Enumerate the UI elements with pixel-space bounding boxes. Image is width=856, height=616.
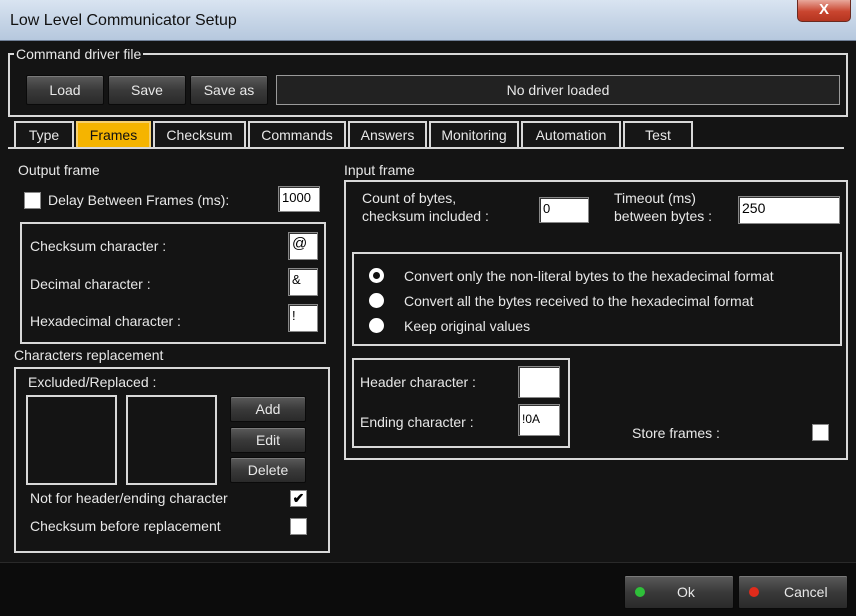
timeout-label-line1: Timeout (ms) [614, 190, 696, 206]
tab-commands[interactable]: Commands [248, 121, 346, 147]
hex-char-input[interactable]: ! [288, 304, 318, 332]
decimal-char-label: Decimal character : [30, 276, 151, 292]
excluded-list[interactable] [26, 395, 117, 485]
count-label-line2: checksum included : [362, 208, 489, 224]
save-button[interactable]: Save [108, 75, 186, 105]
command-driver-group-title: Command driver file [14, 46, 144, 62]
delay-checkbox[interactable] [24, 192, 41, 209]
not-header-checkbox[interactable]: ✔ [290, 490, 307, 507]
tab-answers[interactable]: Answers [348, 121, 427, 147]
window-title: Low Level Communicator Setup [10, 12, 237, 29]
ending-char-label: Ending character : [360, 414, 474, 430]
count-input[interactable]: 0 [539, 197, 589, 223]
tab-type[interactable]: Type [14, 121, 74, 147]
timeout-label-line2: between bytes : [614, 208, 713, 224]
save-as-button[interactable]: Save as [190, 75, 268, 105]
count-label-line1: Count of bytes, [362, 190, 457, 206]
radio-non-literal[interactable] [369, 268, 384, 283]
checksum-before-checkbox[interactable] [290, 518, 307, 535]
store-frames-label: Store frames : [632, 425, 720, 441]
timeout-input[interactable]: 250 [738, 196, 840, 224]
store-frames-checkbox[interactable] [812, 424, 829, 441]
tab-panel-divider [8, 147, 844, 149]
hex-char-label: Hexadecimal character : [30, 313, 181, 329]
checksum-before-label: Checksum before replacement [30, 518, 221, 534]
ok-button-label: Ok [677, 584, 695, 600]
driver-status-field: No driver loaded [276, 75, 840, 105]
radio-keep-original[interactable] [369, 318, 384, 333]
ok-button[interactable]: Ok [624, 575, 734, 609]
tab-test[interactable]: Test [623, 121, 693, 147]
delete-button[interactable]: Delete [230, 457, 306, 483]
edit-button[interactable]: Edit [230, 427, 306, 453]
cancel-button-label: Cancel [784, 584, 828, 600]
close-button[interactable]: X [797, 0, 851, 22]
tab-checksum[interactable]: Checksum [153, 121, 246, 147]
checksum-char-input[interactable]: @ [288, 232, 318, 260]
ok-status-dot-icon [635, 587, 645, 597]
replaced-list[interactable] [126, 395, 217, 485]
decimal-char-input[interactable]: & [288, 268, 318, 296]
tab-frames[interactable]: Frames [76, 121, 151, 147]
header-char-label: Header character : [360, 374, 476, 390]
tab-monitoring[interactable]: Monitoring [429, 121, 519, 147]
cancel-button[interactable]: Cancel [738, 575, 848, 609]
cancel-status-dot-icon [749, 587, 759, 597]
radio-keep-original-label: Keep original values [404, 318, 531, 334]
input-frame-title: Input frame [344, 162, 415, 178]
delay-label: Delay Between Frames (ms): [48, 192, 230, 208]
tab-automation[interactable]: Automation [521, 121, 621, 147]
radio-non-literal-label: Convert only the non-literal bytes to th… [404, 268, 774, 284]
delay-input[interactable]: 1000 [278, 186, 320, 212]
excluded-replaced-label: Excluded/Replaced : [28, 374, 157, 390]
checksum-char-label: Checksum character : [30, 238, 167, 254]
load-button[interactable]: Load [26, 75, 104, 105]
output-frame-title: Output frame [18, 162, 100, 178]
ending-char-input[interactable]: !0A [518, 404, 560, 436]
replacement-title: Characters replacement [14, 347, 164, 363]
radio-all-bytes[interactable] [369, 293, 384, 308]
add-button[interactable]: Add [230, 396, 306, 422]
close-icon: X [818, 1, 829, 18]
not-header-label: Not for header/ending character [30, 490, 228, 506]
radio-all-bytes-label: Convert all the bytes received to the he… [404, 293, 754, 309]
header-char-input[interactable] [518, 366, 560, 398]
